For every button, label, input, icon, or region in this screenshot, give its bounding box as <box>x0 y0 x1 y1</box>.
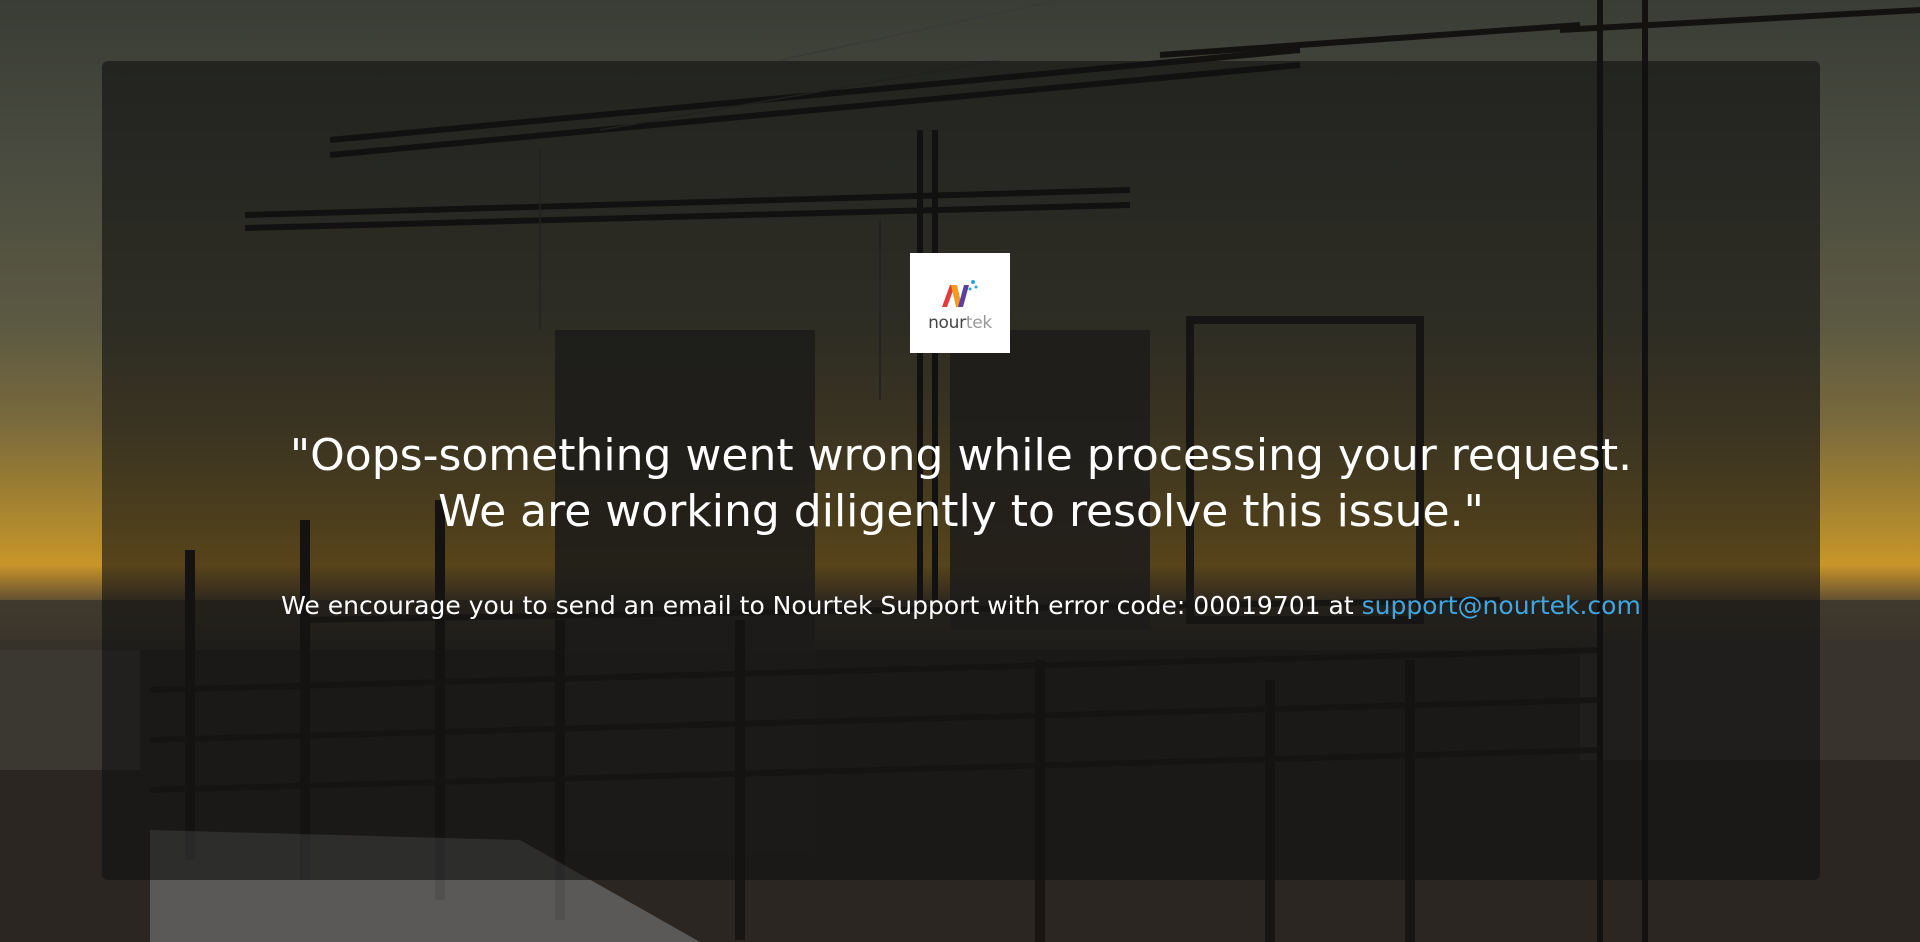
support-email-link[interactable]: support@nourtek.com <box>1362 591 1641 620</box>
error-headline-line-2: We are working diligently to resolve thi… <box>438 486 1484 537</box>
nourtek-logo: nourtek <box>910 253 1010 353</box>
logo-wordmark: nourtek <box>928 313 992 333</box>
error-page: nourtek "Oops-something went wrong while… <box>0 0 1920 942</box>
support-instructions: We encourage you to send an email to Nou… <box>102 590 1820 622</box>
nourtek-logo-mark <box>942 280 978 307</box>
support-text: We encourage you to send an email to Nou… <box>281 591 1362 620</box>
error-headline-line-1: "Oops-something went wrong while process… <box>289 430 1633 481</box>
error-headline: "Oops-something went wrong while process… <box>102 428 1820 540</box>
